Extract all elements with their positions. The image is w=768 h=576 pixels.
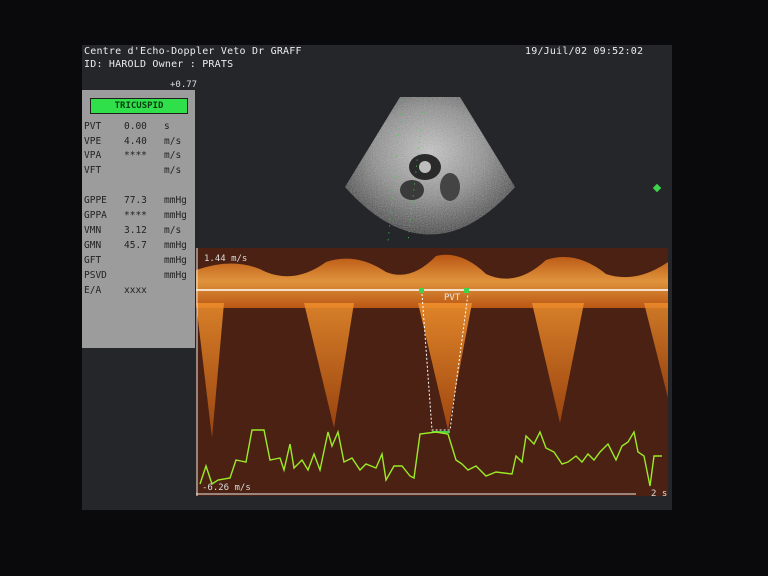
measurement-value: **** (124, 210, 147, 221)
measurement-label: GMN (84, 240, 102, 251)
measurement-unit: mmHg (164, 255, 187, 266)
heart-chamber (440, 173, 460, 201)
measurement-row: GMN 45.7 mmHg (84, 240, 192, 252)
measurement-unit: s (164, 121, 170, 132)
measurement-row: PSVD mmHg (84, 270, 192, 282)
mode-badge[interactable]: TRICUSPID (90, 98, 188, 114)
measurement-unit: m/s (164, 165, 182, 176)
measurement-row: GFT mmHg (84, 255, 192, 267)
measurement-label: VPA (84, 150, 102, 161)
measurement-row: VPA **** m/s (84, 150, 192, 162)
measurement-row: PVT 0.00 s (84, 121, 192, 133)
measurement-unit: m/s (164, 225, 182, 236)
valve-ring (419, 161, 431, 173)
measurement-unit: mmHg (164, 270, 187, 281)
measurement-label: E/A (84, 285, 102, 296)
cursor-label: PVT (444, 293, 461, 303)
measurement-unit: mmHg (164, 240, 187, 251)
measurement-row: GPPA **** mmHg (84, 210, 192, 222)
measurement-value: **** (124, 150, 147, 161)
doppler-spectrum: PVT 1.44 m/s -6.26 m/s 2 s (196, 248, 668, 496)
measurement-row: VMN 3.12 m/s (84, 225, 192, 237)
measurement-value: 0.00 (124, 121, 147, 132)
measurement-value: 4.40 (124, 136, 147, 147)
velocity-top-label: 1.44 m/s (204, 254, 247, 264)
measurement-label: GPPA (84, 210, 107, 221)
measurement-value: 77.3 (124, 195, 147, 206)
measurement-unit: mmHg (164, 210, 187, 221)
cursor-marker-icon (464, 288, 469, 293)
measurement-label: VPE (84, 136, 102, 147)
measurement-label: PVT (84, 121, 102, 132)
measurement-label: GPPE (84, 195, 107, 206)
clinic-name: Centre d'Echo-Doppler Veto Dr GRAFF (84, 46, 302, 57)
measurement-row: VPE 4.40 m/s (84, 136, 192, 148)
measurement-label: GFT (84, 255, 102, 266)
measurement-row: VFT m/s (84, 165, 192, 177)
velocity-bottom-label: -6.26 m/s (202, 483, 251, 493)
measurement-value: 45.7 (124, 240, 147, 251)
measurement-value: xxxx (124, 285, 147, 296)
heart-chamber (400, 180, 424, 200)
patient-info: ID: HAROLD Owner : PRATS (84, 59, 234, 70)
date-time: 19/Juil/02 09:52:02 (525, 46, 644, 57)
cursor-marker-icon (419, 288, 424, 293)
measurement-label: VFT (84, 165, 102, 176)
measurement-unit: mmHg (164, 195, 187, 206)
echo-2d-image (345, 97, 515, 243)
scale-top-label: +0.77 (170, 80, 198, 90)
measurement-row: GPPE 77.3 mmHg (84, 195, 192, 207)
measurement-row: E/A xxxx (84, 285, 192, 297)
measurement-unit: m/s (164, 150, 182, 161)
measurement-label: VMN (84, 225, 102, 236)
measurement-panel: TRICUSPID PVT 0.00 s VPE 4.40 m/s VPA **** m/s VF… (82, 90, 195, 348)
measurement-label: PSVD (84, 270, 107, 281)
measurement-value: 3.12 (124, 225, 147, 236)
measurement-unit: m/s (164, 136, 182, 147)
time-scale-label: 2 s (651, 489, 667, 496)
